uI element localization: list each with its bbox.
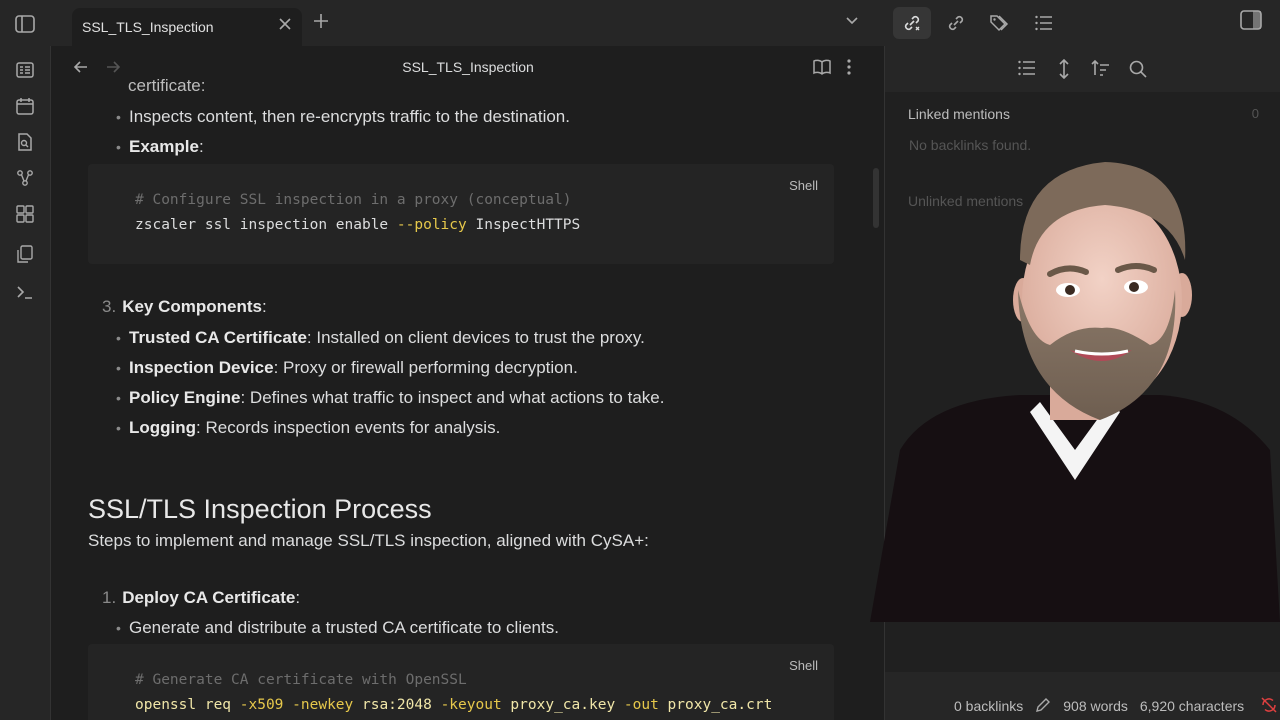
section-label: Deploy CA Certificate: [122, 588, 296, 607]
paragraph: Steps to implement and manage SSL/TLS in…: [88, 531, 649, 550]
linked-mentions-count: 0: [1251, 106, 1259, 121]
backlinks-toolbar: [885, 46, 1280, 92]
expand-vertical-icon[interactable]: [1057, 58, 1071, 84]
cut-off-line: certificate:: [128, 76, 206, 95]
list-item: Inspects content, then re-encrypts traff…: [116, 107, 570, 127]
description: : Defines what traffic to inspect and wh…: [240, 388, 665, 407]
code-argument: proxy_ca.key: [501, 697, 624, 713]
outgoing-links-icon[interactable]: [937, 7, 975, 39]
code-flag: -x509: [239, 697, 284, 713]
code-line: zscaler ssl inspection enable --policy I…: [135, 217, 580, 233]
list-number: 3.: [102, 297, 117, 316]
term: Inspection Device: [129, 358, 274, 377]
sort-icon[interactable]: [1091, 59, 1111, 82]
list-item: Trusted CA Certificate: Installed on cli…: [116, 328, 645, 348]
numbered-item-key-components: 3. Key Components:: [102, 297, 267, 316]
code-flag: -out: [623, 697, 659, 713]
editor-content[interactable]: certificate: Inspects content, then re-e…: [52, 76, 872, 720]
file-search-icon[interactable]: [13, 130, 37, 154]
left-ribbon: [0, 46, 51, 720]
numbered-item-deploy-ca: 1. Deploy CA Certificate:: [102, 588, 301, 607]
term: Logging: [129, 418, 197, 437]
list-item: Logging: Records inspection events for a…: [116, 418, 501, 438]
code-block[interactable]: Shell # Configure SSL inspection in a pr…: [88, 164, 834, 264]
code-argument: InspectHTTPS: [466, 217, 581, 233]
copy-icon[interactable]: [13, 242, 37, 266]
list-item-example: Example:: [116, 137, 204, 157]
code-flag: --policy: [396, 217, 467, 233]
description: : Proxy or firewall performing decryptio…: [273, 358, 578, 377]
code-command: openssl req: [135, 697, 240, 713]
code-flag: -newkey: [292, 697, 354, 713]
backlinks-count[interactable]: 0 backlinks: [954, 698, 1023, 714]
section-heading: SSL/TLS Inspection Process: [88, 494, 432, 524]
code-argument: rsa:2048: [353, 697, 441, 713]
code-language-label: Shell: [789, 178, 818, 193]
chevron-down-icon[interactable]: [844, 12, 860, 33]
code-block[interactable]: Shell # Generate CA certificate with Ope…: [88, 644, 834, 720]
code-comment: # Configure SSL inspection in a proxy (c…: [135, 192, 572, 208]
plus-icon[interactable]: [312, 12, 330, 35]
section-label: Key Components: [122, 297, 262, 316]
right-sidebar-tabs: [893, 7, 1063, 39]
tab-title: SSL_TLS_Inspection: [82, 19, 214, 35]
title-bar: SSL_TLS_Inspection: [0, 0, 1280, 46]
collapse-results-icon[interactable]: [1017, 59, 1037, 82]
tab-ssl-tls-inspection[interactable]: SSL_TLS_Inspection: [72, 8, 302, 46]
pencil-icon[interactable]: [1035, 697, 1051, 716]
code-comment: # Generate CA certificate with OpenSSL: [135, 672, 467, 688]
search-icon[interactable]: [1128, 59, 1148, 84]
list-item: Policy Engine: Defines what traffic to i…: [116, 388, 665, 408]
list-number: 1.: [102, 588, 117, 607]
code-argument: proxy_ca.crt: [658, 697, 773, 713]
linked-mentions-title[interactable]: Linked mentions: [908, 106, 1010, 122]
graph-view-icon[interactable]: [13, 166, 37, 190]
presenter-avatar: [870, 150, 1280, 622]
description: : Records inspection events for analysis…: [196, 418, 501, 437]
file-explorer-icon[interactable]: [13, 58, 37, 82]
sidebar-toggle-icon[interactable]: [10, 10, 40, 38]
word-count: 908 words: [1063, 698, 1128, 714]
list-item: Generate and distribute a trusted CA cer…: [116, 618, 559, 638]
description: : Installed on client devices to trust t…: [306, 328, 645, 347]
tags-icon[interactable]: [981, 7, 1019, 39]
term: Trusted CA Certificate: [129, 328, 307, 347]
code-flag: -keyout: [440, 697, 502, 713]
right-sidebar-toggle-icon[interactable]: [1240, 10, 1262, 35]
code-line: openssl req -x509 -newkey rsa:2048 -keyo…: [135, 697, 772, 713]
example-label: Example: [129, 137, 199, 156]
character-count: 6,920 characters: [1139, 698, 1245, 714]
sync-off-icon[interactable]: [1260, 696, 1278, 717]
code-command: zscaler ssl inspection enable: [135, 217, 397, 233]
status-bar: 0 backlinks 908 words 6,920 characters: [940, 692, 1280, 720]
list-item: Inspection Device: Proxy or firewall per…: [116, 358, 578, 378]
backlinks-icon[interactable]: [893, 7, 931, 39]
term: Policy Engine: [129, 388, 241, 407]
close-icon[interactable]: [278, 17, 292, 34]
outline-icon[interactable]: [1025, 7, 1063, 39]
terminal-icon[interactable]: [13, 280, 37, 304]
canvas-icon[interactable]: [13, 202, 37, 226]
calendar-icon[interactable]: [13, 94, 37, 118]
view-title[interactable]: SSL_TLS_Inspection: [52, 59, 884, 75]
code-language-label: Shell: [789, 658, 818, 673]
